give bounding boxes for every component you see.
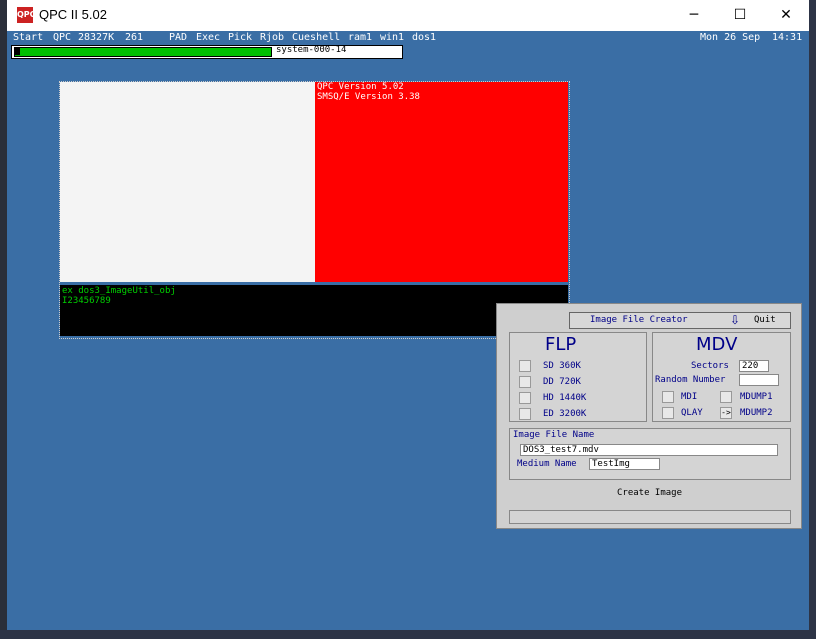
title-bar[interactable]: QPC QPC II 5.02 ─ ☐ ✕ (7, 0, 809, 31)
random-number-label: Random Number (655, 375, 726, 385)
smsq-version-line: SMSQ/E Version 3.38 (317, 92, 420, 102)
menu-pad[interactable]: PAD (169, 31, 187, 44)
desktop-taskbar-edge (0, 630, 816, 639)
create-image-button[interactable]: Create Image (617, 488, 682, 498)
date-readout: Mon 26 Sep (700, 32, 761, 43)
console-pane[interactable]: ex dos3_ImageUtil_obj I23456789 (60, 285, 568, 336)
console-command-line: ex dos3_ImageUtil_obj (62, 286, 176, 296)
qlay-label: QLAY (681, 408, 703, 418)
sectors-label: Sectors (691, 361, 729, 371)
dd-720k-label: DD 720K (543, 377, 581, 387)
status-text: system-000-14 (276, 45, 347, 55)
image-file-panel: Image File Name DOS3_test7.mdv Medium Na… (509, 428, 791, 480)
sd-360k-label: SD 360K (543, 361, 581, 371)
medium-name-label: Medium Name (517, 459, 577, 469)
quit-button[interactable]: Quit (754, 315, 776, 325)
flp-title: FLP (545, 334, 577, 355)
menu-exec[interactable]: Exec (196, 31, 220, 44)
dialog-title: Image File Creator (590, 315, 688, 325)
menu-rjob[interactable]: Rjob (260, 31, 284, 44)
mdump2-checkbox[interactable]: -> (720, 407, 732, 419)
menu-dos1[interactable]: dos1 (412, 31, 436, 44)
image-file-name-input[interactable]: DOS3_test7.mdv (520, 444, 778, 456)
ed-3200k-checkbox[interactable] (519, 408, 531, 420)
minimize-button[interactable]: ─ (671, 0, 717, 31)
qpc-window: QPC QPC II 5.02 ─ ☐ ✕ Start QPC 28327K 2… (7, 0, 809, 639)
mdi-checkbox[interactable] (662, 391, 674, 403)
maximize-button[interactable]: ☐ (717, 0, 763, 31)
start-button[interactable]: Start (13, 31, 43, 44)
menu-win1[interactable]: win1 (380, 31, 404, 44)
ql-menu-bar: Start QPC 28327K 261 PAD Exec Pick Rjob … (7, 31, 809, 44)
random-number-input[interactable] (739, 374, 779, 386)
image-file-name-label: Image File Name (513, 430, 595, 440)
qpc-version-line: QPC Version 5.02 (317, 82, 404, 92)
window-title: QPC II 5.02 (39, 7, 107, 22)
mdump2-label: MDUMP2 (740, 408, 773, 418)
mdi-label: MDI (681, 392, 698, 402)
down-arrow-icon[interactable]: ⇩ (728, 313, 742, 327)
menu-ram1[interactable]: ram1 (348, 31, 372, 44)
mdv-title: MDV (696, 334, 738, 355)
creation-progress-bar (509, 510, 791, 524)
menu-cueshell[interactable]: Cueshell (292, 31, 340, 44)
qpc-label: QPC (53, 32, 72, 43)
sd-360k-checkbox[interactable] (519, 360, 531, 372)
mdump1-label: MDUMP1 (740, 392, 773, 402)
desktop-edge (809, 0, 816, 639)
job-count: 261 (125, 32, 144, 43)
memory-progress-fill (14, 47, 272, 57)
dd-720k-checkbox[interactable] (519, 376, 531, 388)
hd-1440k-label: HD 1440K (543, 393, 587, 403)
ed-3200k-label: ED 3200K (543, 409, 587, 419)
white-window-pane (60, 82, 315, 282)
hd-1440k-checkbox[interactable] (519, 392, 531, 404)
mdump1-checkbox[interactable] (720, 391, 732, 403)
qlay-checkbox[interactable] (662, 407, 674, 419)
medium-name-input[interactable]: TestImg (589, 458, 660, 470)
flp-panel: FLP SD 360K DD 720K HD 1440K ED 3200K (509, 332, 647, 422)
image-file-creator-dialog: Image File Creator ⇩ Quit FLP SD 360K DD… (496, 303, 802, 529)
memory-readout: 28327K (78, 32, 115, 43)
red-info-pane: QPC Version 5.02 SMSQ/E Version 3.38 (315, 82, 568, 282)
console-output-line: I23456789 (62, 296, 111, 306)
dialog-header[interactable]: Image File Creator ⇩ Quit (569, 312, 791, 329)
time-readout: 14:31 (772, 32, 803, 43)
menu-pick[interactable]: Pick (228, 31, 252, 44)
system-status-bar: system-000-14 (11, 45, 403, 59)
mdv-panel: MDV Sectors 220 Random Number MDI MDUMP1… (652, 332, 791, 422)
close-button[interactable]: ✕ (763, 0, 809, 31)
progress-cap (14, 47, 20, 55)
sectors-input[interactable]: 220 (739, 360, 769, 372)
qpc-app-icon[interactable]: QPC (17, 7, 36, 23)
